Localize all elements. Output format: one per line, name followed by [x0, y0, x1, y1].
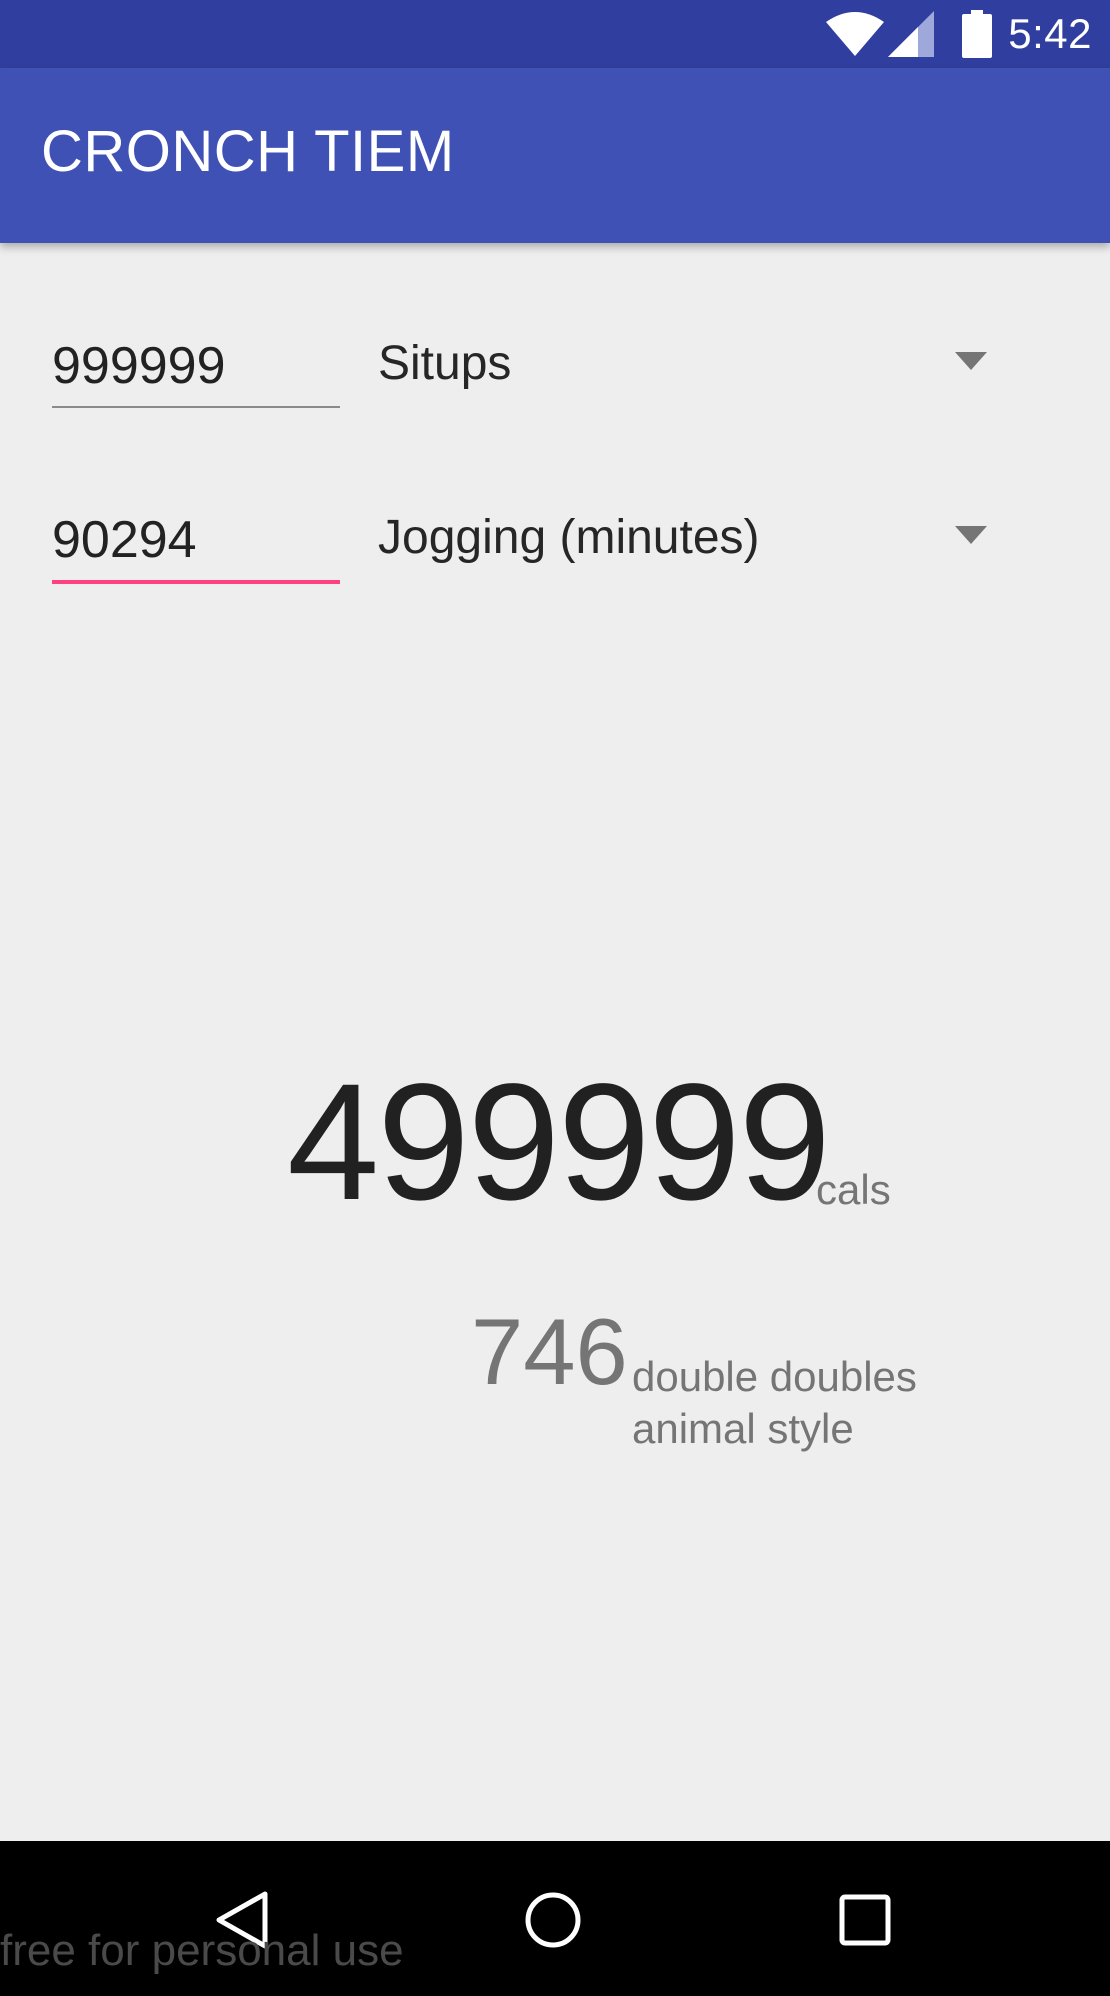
exercise-row-1: Situps — [0, 326, 1110, 436]
home-button[interactable] — [508, 1877, 598, 1967]
equivalent-unit-line1: double doubles — [632, 1353, 917, 1400]
recents-button[interactable] — [820, 1877, 910, 1967]
equivalent-unit-line2: animal style — [632, 1405, 854, 1452]
equivalent-value: 746 — [471, 1299, 628, 1404]
cellular-signal-icon — [888, 11, 935, 57]
wifi-icon — [826, 12, 885, 56]
amount-input-2[interactable] — [52, 500, 340, 584]
activity-spinner-2[interactable]: Jogging (minutes) — [366, 500, 1006, 580]
app-bar: CRONCH TIEM — [0, 68, 1110, 243]
calories-value: 499999 — [287, 1050, 831, 1235]
activity-spinner-label: Situps — [378, 337, 512, 390]
status-bar: 5:42 — [0, 0, 1110, 68]
amount-input-1[interactable] — [52, 326, 340, 408]
app-title: CRONCH TIEM — [41, 119, 455, 184]
calories-result: 499999 cals — [0, 1060, 1110, 1260]
calories-unit: cals — [816, 1166, 891, 1213]
status-time: 5:42 — [1008, 10, 1092, 57]
home-icon — [524, 1891, 582, 1954]
watermark-text: free for personal use — [0, 1926, 404, 1975]
battery-icon — [962, 10, 993, 58]
equivalent-unit: double doubles animal style — [632, 1351, 917, 1455]
activity-spinner-label: Jogging (minutes) — [378, 511, 760, 564]
dropdown-arrow-icon — [955, 352, 987, 375]
status-icons: 5:42 — [826, 0, 1110, 68]
exercise-row-2: Jogging (minutes) — [0, 500, 1110, 610]
dropdown-arrow-icon — [955, 526, 987, 549]
recents-icon — [839, 1894, 891, 1951]
activity-spinner-1[interactable]: Situps — [366, 326, 1006, 406]
equivalent-result: 746 double doubles animal style — [0, 1305, 1110, 1485]
